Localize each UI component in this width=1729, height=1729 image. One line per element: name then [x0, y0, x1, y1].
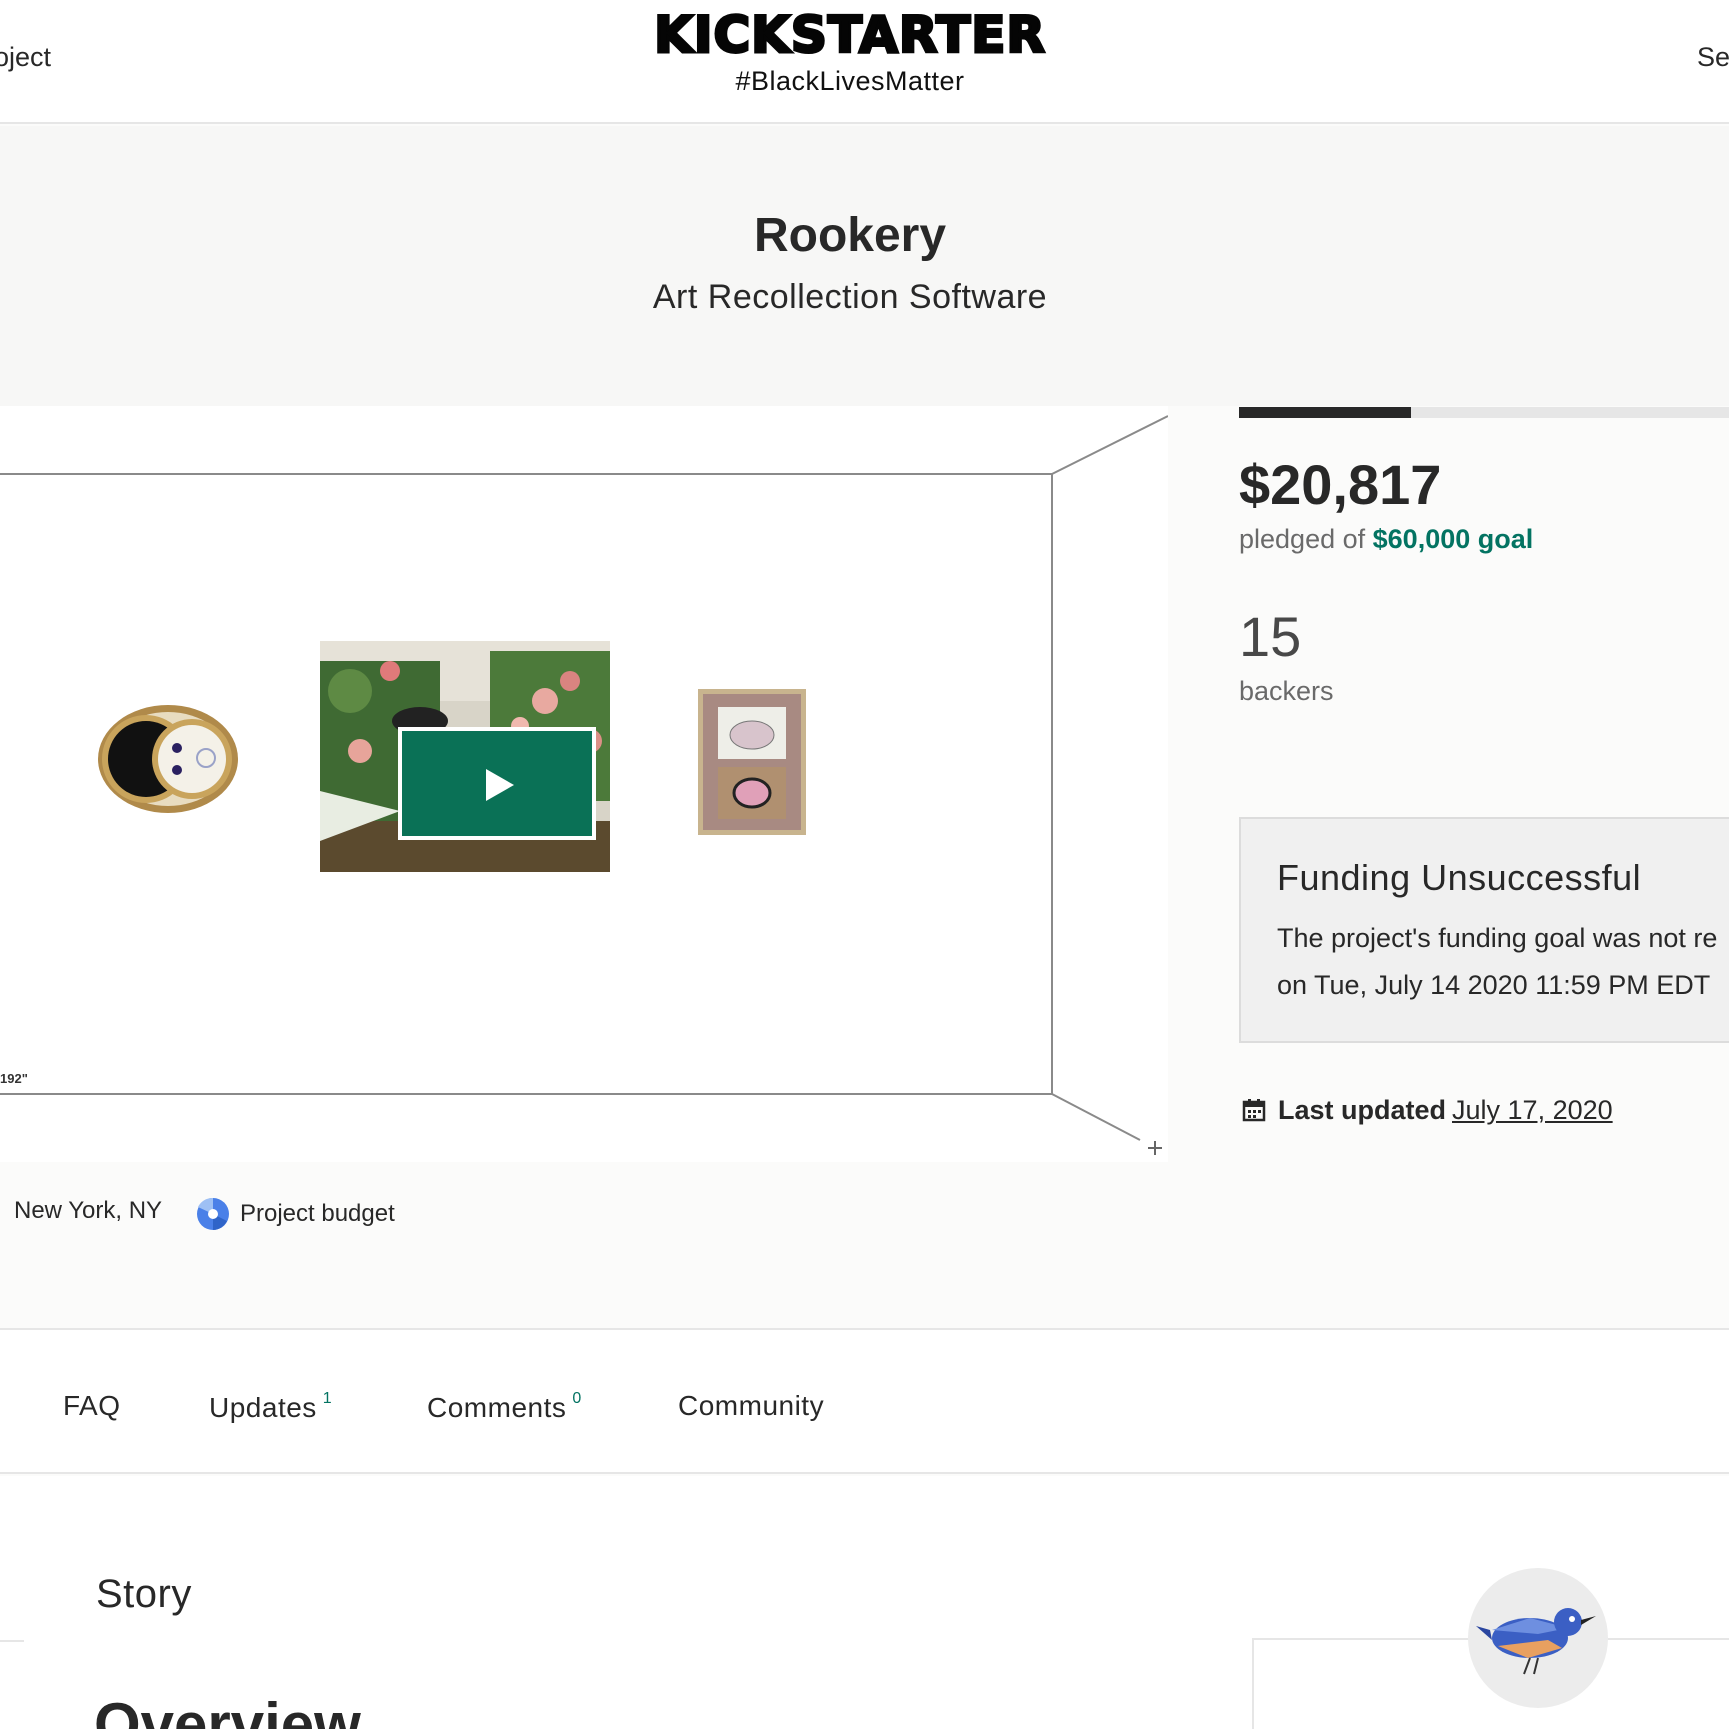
pledged-prefix: pledged of	[1239, 524, 1366, 554]
backers-label: backers	[1239, 676, 1334, 706]
calendar-icon	[1242, 1099, 1266, 1122]
goal-amount: $60,000 goal	[1372, 524, 1534, 554]
goal-line: pledged of $60,000 goal	[1239, 524, 1533, 555]
bird-icon	[1476, 1608, 1596, 1675]
tab-community[interactable]: Community	[678, 1390, 824, 1422]
hashtag-banner[interactable]: #BlackLivesMatter	[0, 66, 1700, 97]
funding-status-text: The project's funding goal was not re on…	[1277, 915, 1729, 1009]
funding-progress-fill	[1239, 407, 1411, 418]
location-label: New York, NY	[14, 1197, 163, 1224]
tab-comments[interactable]: Comments 0	[427, 1390, 582, 1424]
project-budget-label: Project budget	[240, 1200, 395, 1227]
last-updated: Last updated July 17, 2020	[1242, 1095, 1613, 1126]
project-budget-icon	[197, 1197, 229, 1230]
funding-progress-bar	[1239, 407, 1729, 418]
creator-avatar[interactable]	[1468, 1568, 1608, 1708]
last-updated-label: Last updated	[1278, 1095, 1447, 1125]
play-button[interactable]	[398, 727, 596, 840]
story-nav-label[interactable]: Story	[96, 1572, 192, 1617]
backers-count: 15	[1239, 605, 1302, 668]
kickstarter-logo[interactable]: KICKSTARTER	[0, 5, 1700, 66]
framed-print-artwork	[698, 689, 806, 835]
pledged-amount: $20,817	[1239, 453, 1442, 516]
search-link[interactable]: Se	[1697, 42, 1729, 73]
project-budget-tag[interactable]: Project budget	[196, 1197, 395, 1231]
tab-comments-label: Comments	[427, 1392, 567, 1423]
play-icon	[486, 769, 514, 801]
project-tabs: FAQ Updates 1 Comments 0 Community	[0, 1328, 1729, 1474]
mirror-artwork	[98, 705, 238, 813]
story-divider	[0, 1640, 24, 1642]
funding-status-title: Funding Unsuccessful	[1277, 857, 1642, 898]
last-updated-date-link[interactable]: July 17, 2020	[1452, 1095, 1613, 1125]
funding-status-line-2: on Tue, July 14 2020 11:59 PM EDT	[1277, 970, 1711, 1000]
tab-updates[interactable]: Updates 1	[209, 1390, 332, 1424]
funding-status-box: Funding Unsuccessful The project's fundi…	[1239, 817, 1729, 1043]
project-title-area	[0, 126, 1729, 406]
tab-faq[interactable]: FAQ	[63, 1390, 121, 1422]
dimension-label: 192"	[0, 1071, 28, 1086]
tab-comments-count: 0	[572, 1390, 582, 1407]
overview-heading: Overview	[94, 1691, 361, 1729]
tab-updates-count: 1	[322, 1390, 333, 1407]
tab-updates-label: Updates	[209, 1392, 317, 1423]
site-header: oject KICKSTARTER #BlackLivesMatter Se	[0, 0, 1729, 124]
project-title: Rookery	[753, 209, 947, 262]
location-tag[interactable]: New York, NY	[0, 1197, 162, 1225]
funding-status-line-1: The project's funding goal was not re	[1277, 923, 1718, 953]
project-subtitle: Art Recollection Software	[652, 278, 1048, 316]
